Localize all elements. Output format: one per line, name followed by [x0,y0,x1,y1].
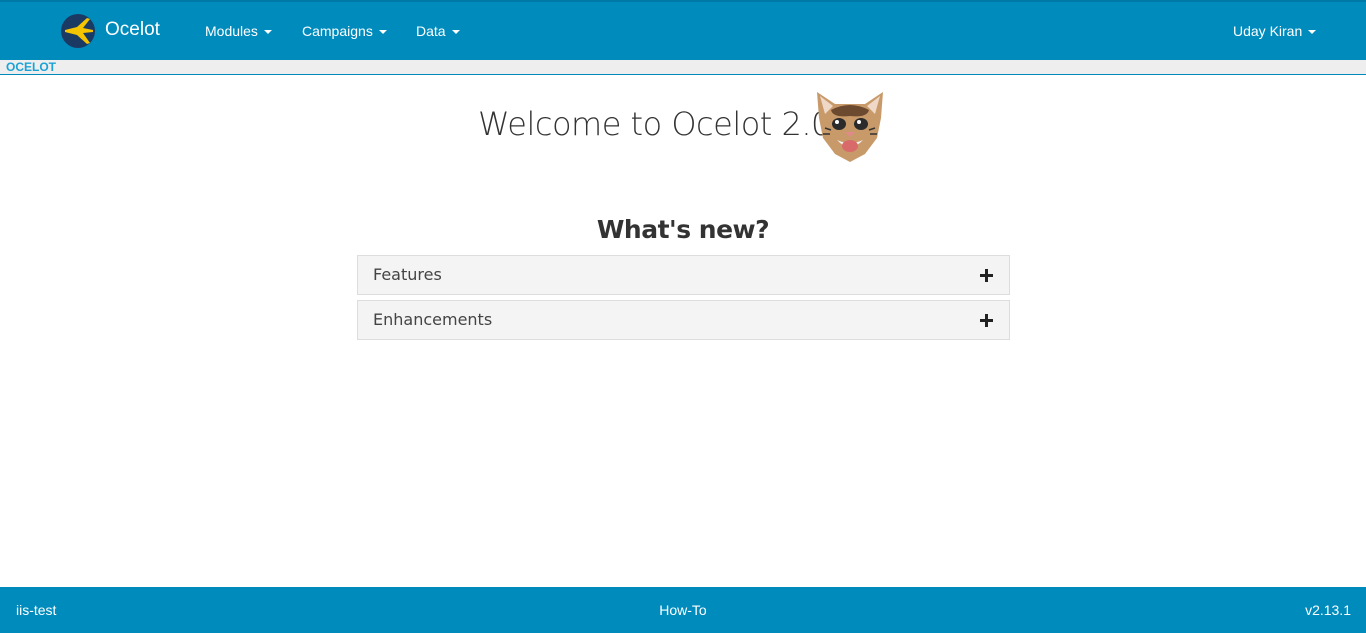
nav-menu-label: Modules [205,23,258,39]
plus-icon[interactable] [980,269,993,282]
nav-menu-modules[interactable]: Modules [205,22,272,40]
caret-down-icon [451,30,460,35]
ocelot-logo-icon[interactable] [60,13,96,49]
breadcrumb: OCELOT [0,60,1366,75]
top-navbar: Ocelot Modules Campaigns Data Uday Kiran [0,0,1366,60]
nav-menu-campaigns[interactable]: Campaigns [302,22,387,40]
panel-title: Enhancements [373,310,493,329]
brand-name[interactable]: Ocelot [105,18,160,42]
version-label: v2.13.1 [1305,602,1351,618]
how-to-link[interactable]: How-To [0,602,1366,618]
caret-down-icon [263,30,272,35]
breadcrumb-home-link[interactable]: OCELOT [6,60,56,74]
nav-menu-label: Campaigns [302,23,373,39]
caret-down-icon [1308,30,1317,35]
features-panel-header[interactable]: Features [357,255,1010,295]
whats-new-heading: What's new? [596,215,770,244]
user-menu[interactable]: Uday Kiran [1233,22,1317,40]
enhancements-panel-header[interactable]: Enhancements [357,300,1010,340]
footer-bar: iis-test How-To v2.13.1 [0,587,1366,633]
plus-icon[interactable] [980,314,993,327]
panel-title: Features [373,265,442,284]
page-title: Welcome to Ocelot 2.0 [478,105,831,143]
caret-down-icon [378,30,387,35]
ocelot-mascot-image [817,92,883,162]
user-name: Uday Kiran [1233,23,1303,39]
nav-menu-label: Data [416,23,446,39]
nav-menu-data[interactable]: Data [416,22,460,40]
